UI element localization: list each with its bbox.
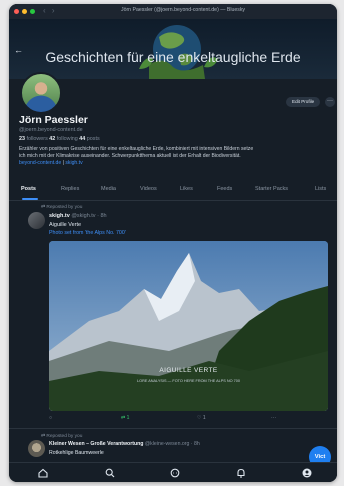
history-nav-arrows[interactable]: ‹ ›: [43, 6, 57, 15]
repost-count: 1: [126, 415, 130, 421]
chat-icon[interactable]: [169, 467, 181, 479]
profile-icon[interactable]: [301, 467, 313, 479]
title-bar: ‹ › Jörn Paessler (@joern.beyond-content…: [9, 4, 337, 19]
tab-likes[interactable]: Likes: [180, 186, 193, 192]
like-count: 1: [202, 415, 206, 421]
profile-stats: 23 followers 42 following 44 posts: [19, 136, 100, 142]
post-text: Aiguille Verte: [49, 222, 82, 228]
post-image[interactable]: AIGUILLE VERTE LORE ANALYSIS — FOTO HERE…: [49, 241, 328, 411]
following-count[interactable]: 42: [49, 136, 55, 142]
repost-label-2: Reposted by you: [46, 434, 83, 439]
profile-avatar[interactable]: [20, 72, 62, 114]
followers-label[interactable]: followers: [27, 136, 48, 142]
window-title: Jörn Paessler (@joern.beyond-content.de)…: [120, 7, 246, 13]
post-author-avatar[interactable]: [28, 212, 45, 229]
close-window-button[interactable]: [14, 9, 19, 14]
bio-link-skigh[interactable]: skigh.tv: [65, 160, 82, 166]
following-label[interactable]: following: [57, 136, 78, 142]
home-icon[interactable]: [37, 467, 49, 479]
post2-author[interactable]: Kleiner Wesen – Große Verantwortung @kle…: [49, 441, 200, 447]
post-author[interactable]: skigh.tv @skigh.tv · 8h: [49, 213, 107, 219]
image-subcaption: LORE ANALYSIS — FOTO HERE FROM THE ALPS …: [137, 379, 240, 383]
like-button[interactable]: ♡ 1: [197, 415, 206, 421]
bio-link-separator: |: [62, 160, 64, 166]
active-tab-indicator: [22, 198, 38, 200]
bio-link-website[interactable]: beyond-content.de: [19, 160, 61, 166]
app-window: ‹ › Jörn Paessler (@joern.beyond-content…: [9, 4, 337, 482]
repost-button[interactable]: ⇄ 1: [121, 415, 129, 421]
tab-starter-packs[interactable]: Starter Packs: [255, 186, 288, 192]
post2-text: Rotkehlige Baumweerle: [49, 450, 104, 456]
minimize-window-button[interactable]: [22, 9, 27, 14]
post2-author-avatar[interactable]: [28, 440, 45, 457]
profile-bio: Erzähler von positiven Geschichten für e…: [19, 146, 337, 167]
heart-icon: ♡: [197, 415, 202, 421]
profile-handle: @joern.beyond-content.de: [19, 127, 83, 133]
tab-posts[interactable]: Posts: [21, 186, 36, 192]
banner-title: Geschichten für eine enkeltaugliche Erde: [45, 49, 301, 65]
tab-replies[interactable]: Replies: [61, 186, 79, 192]
post2-author-name[interactable]: Kleiner Wesen – Große Verantwortung: [49, 441, 143, 447]
post2-author-handle: @kleine-wesen.org · 8h: [144, 441, 200, 447]
reply-icon: ○: [49, 415, 53, 421]
post-subtext-link[interactable]: Photo set from 'the Alps No. 700': [49, 230, 126, 236]
post-more-button[interactable]: ···: [271, 415, 276, 421]
reply-button[interactable]: ○: [49, 415, 52, 421]
search-icon[interactable]: [104, 467, 116, 479]
repost-indicator: ⇄ Reposted by you: [41, 205, 82, 210]
repost-indicator-2: ⇄ Reposted by you: [41, 434, 82, 439]
edit-profile-button[interactable]: Edit Profile: [286, 97, 321, 107]
profile-tabs: Posts Replies Media Videos Likes Feeds S…: [9, 180, 337, 201]
bottom-navigation: [9, 462, 337, 482]
image-caption: AIGUILLE VERTE: [159, 367, 218, 374]
profile-name: Jörn Paessler: [19, 114, 88, 126]
post-author-name[interactable]: skigh.tv: [49, 213, 70, 219]
tab-feeds[interactable]: Feeds: [217, 186, 232, 192]
posts-count: 44: [79, 136, 86, 142]
repost-label: Reposted by you: [46, 205, 83, 210]
tab-lists[interactable]: Lists: [315, 186, 326, 192]
mountain-photo: [49, 241, 328, 411]
followers-count[interactable]: 23: [19, 136, 25, 142]
bio-line-1: Erzähler von positiven Geschichten für e…: [19, 146, 254, 152]
bell-icon[interactable]: [235, 467, 247, 479]
posts-label: posts: [86, 136, 100, 142]
post-author-handle: @skigh.tv · 8h: [71, 213, 107, 219]
repost-action-icon: ⇄: [121, 415, 126, 421]
tab-videos[interactable]: Videos: [140, 186, 157, 192]
post-actions: ○ ⇄ 1 ♡ 1 ···: [9, 415, 337, 425]
bio-line-2: ich mich mit der Klimakrise auseinander.…: [19, 153, 241, 159]
tab-media[interactable]: Media: [101, 186, 116, 192]
zoom-window-button[interactable]: [30, 9, 35, 14]
profile-banner: ← Geschichten für eine enkeltaugliche Er…: [9, 19, 337, 79]
profile-more-button[interactable]: ···: [325, 97, 335, 107]
post-divider: [9, 428, 337, 429]
